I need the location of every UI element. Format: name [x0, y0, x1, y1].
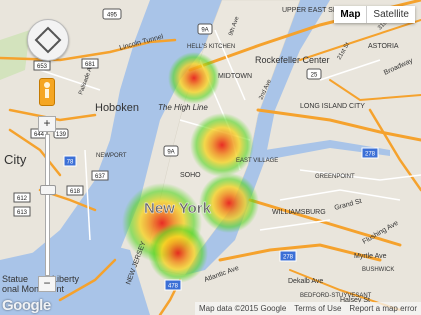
route-shield-icon: 681	[81, 58, 99, 69]
svg-text:644: 644	[34, 132, 45, 138]
map-type-control: Map Satellite	[334, 6, 415, 23]
svg-text:25: 25	[311, 73, 318, 79]
svg-text:495: 495	[107, 13, 118, 19]
svg-text:613: 613	[17, 210, 28, 216]
google-logo: Google	[2, 297, 51, 314]
route-shield-icon: 278	[361, 147, 379, 159]
map-view[interactable]: UPPER EAST SIDE HELL'S KITCHEN MIDTOWN R…	[0, 0, 421, 315]
route-shield-icon: 618	[66, 185, 84, 196]
route-shield-icon: 25	[306, 68, 322, 80]
svg-text:653: 653	[37, 64, 48, 70]
svg-text:278: 278	[365, 152, 376, 158]
route-shield-icon: 9A	[197, 23, 213, 35]
map-footer: Map data ©2015 Google Terms of Use Repor…	[194, 302, 421, 315]
route-shield-icon: 653	[33, 60, 51, 71]
route-shield-icon: 278	[279, 250, 297, 262]
zoom-out-button[interactable]: −	[38, 276, 56, 292]
route-shield-icon: 139	[53, 128, 69, 139]
report-error-link[interactable]: Report a map error	[345, 302, 421, 315]
svg-text:637: 637	[95, 174, 106, 180]
zoom-slider-track[interactable]	[45, 134, 50, 276]
pan-control[interactable]	[27, 19, 69, 61]
pegman-icon[interactable]	[39, 78, 55, 106]
route-shield-icon: 78	[63, 155, 77, 167]
svg-text:139: 139	[56, 132, 67, 138]
map-data-attribution: Map data ©2015 Google	[198, 304, 287, 313]
route-shield-icon: 495	[102, 8, 122, 20]
route-shield-icon: 9A	[163, 145, 179, 157]
map-type-satellite-button[interactable]: Satellite	[367, 6, 415, 23]
svg-text:9A: 9A	[201, 28, 208, 34]
svg-text:9A: 9A	[167, 150, 174, 156]
pan-arrows-icon	[34, 26, 62, 54]
svg-text:618: 618	[70, 189, 81, 195]
person-icon	[44, 82, 50, 98]
route-shield-icon: 637	[91, 170, 109, 181]
route-shield-icon: 612	[13, 192, 31, 203]
zoom-in-button[interactable]: +	[38, 116, 56, 132]
map-type-map-button[interactable]: Map	[334, 6, 368, 23]
svg-text:278: 278	[283, 255, 294, 261]
svg-text:478: 478	[168, 284, 179, 290]
route-shield-icon: 478	[164, 279, 182, 291]
svg-text:78: 78	[67, 160, 74, 166]
svg-text:612: 612	[17, 196, 28, 202]
terms-of-use-link[interactable]: Terms of Use	[290, 302, 345, 315]
zoom-slider-handle[interactable]	[40, 185, 56, 195]
route-shield-icon: 613	[13, 206, 31, 217]
svg-text:681: 681	[85, 62, 96, 68]
